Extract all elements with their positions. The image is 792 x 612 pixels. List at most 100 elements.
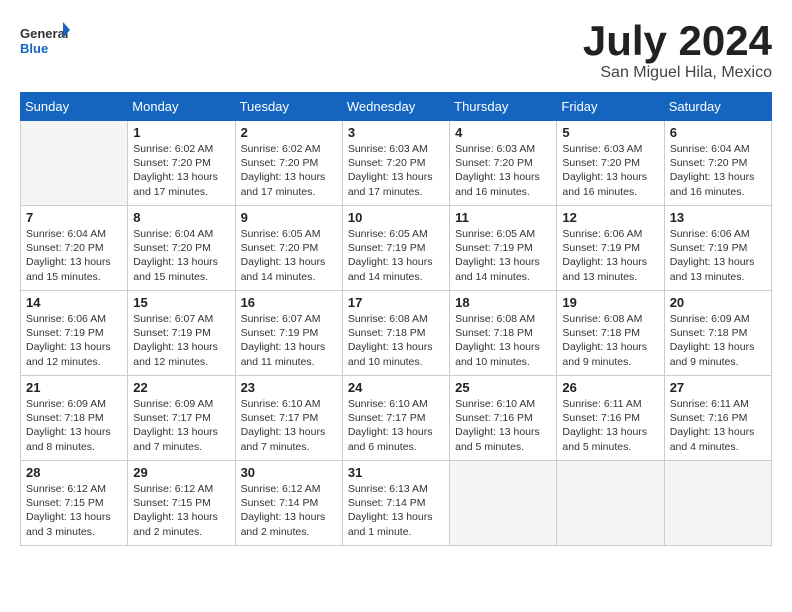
calendar-cell: 31 Sunrise: 6:13 AM Sunset: 7:14 PM Dayli…	[342, 461, 449, 546]
day-info: Sunrise: 6:09 AM Sunset: 7:17 PM Dayligh…	[133, 397, 229, 454]
day-number: 24	[348, 380, 444, 395]
day-number: 26	[562, 380, 658, 395]
day-number: 22	[133, 380, 229, 395]
calendar-header-thursday: Thursday	[450, 93, 557, 121]
day-info: Sunrise: 6:06 AM Sunset: 7:19 PM Dayligh…	[670, 227, 766, 284]
day-number: 9	[241, 210, 337, 225]
calendar-cell: 2 Sunrise: 6:02 AM Sunset: 7:20 PM Daylig…	[235, 121, 342, 206]
calendar-cell: 5Sunrise: 6:03 AM Sunset: 7:20 PM Daylig…	[557, 121, 664, 206]
calendar-cell: 15 Sunrise: 6:07 AM Sunset: 7:19 PM Dayli…	[128, 291, 235, 376]
day-info: Sunrise: 6:02 AM Sunset: 7:20 PM Dayligh…	[133, 142, 229, 199]
calendar-cell: 3 Sunrise: 6:03 AM Sunset: 7:20 PM Daylig…	[342, 121, 449, 206]
calendar-cell: 29 Sunrise: 6:12 AM Sunset: 7:15 PM Dayli…	[128, 461, 235, 546]
calendar-week-4: 28 Sunrise: 6:12 AM Sunset: 7:15 PM Dayli…	[21, 461, 772, 546]
day-info: Sunrise: 6:08 AM Sunset: 7:18 PM Dayligh…	[455, 312, 551, 369]
day-number: 30	[241, 465, 337, 480]
calendar-table: SundayMondayTuesdayWednesdayThursdayFrid…	[20, 92, 772, 546]
calendar-cell: 11 Sunrise: 6:05 AM Sunset: 7:19 PM Dayli…	[450, 206, 557, 291]
calendar-cell: 7Sunrise: 6:04 AM Sunset: 7:20 PM Daylig…	[21, 206, 128, 291]
day-number: 31	[348, 465, 444, 480]
day-number: 14	[26, 295, 122, 310]
calendar-cell: 17 Sunrise: 6:08 AM Sunset: 7:18 PM Dayli…	[342, 291, 449, 376]
day-number: 16	[241, 295, 337, 310]
day-info: Sunrise: 6:12 AM Sunset: 7:15 PM Dayligh…	[133, 482, 229, 539]
day-number: 5	[562, 125, 658, 140]
calendar-cell: 16 Sunrise: 6:07 AM Sunset: 7:19 PM Dayli…	[235, 291, 342, 376]
calendar-cell: 22 Sunrise: 6:09 AM Sunset: 7:17 PM Dayli…	[128, 376, 235, 461]
day-number: 7	[26, 210, 122, 225]
day-info: Sunrise: 6:06 AM Sunset: 7:19 PM Dayligh…	[562, 227, 658, 284]
day-number: 19	[562, 295, 658, 310]
calendar-cell: 20 Sunrise: 6:09 AM Sunset: 7:18 PM Dayli…	[664, 291, 771, 376]
day-number: 8	[133, 210, 229, 225]
calendar-cell: 12 Sunrise: 6:06 AM Sunset: 7:19 PM Dayli…	[557, 206, 664, 291]
calendar-cell: 10Sunrise: 6:05 AM Sunset: 7:19 PM Dayli…	[342, 206, 449, 291]
day-info: Sunrise: 6:09 AM Sunset: 7:18 PM Dayligh…	[670, 312, 766, 369]
day-number: 11	[455, 210, 551, 225]
title-area: July 2024 San Miguel Hila, Mexico	[583, 20, 772, 82]
day-info: Sunrise: 6:13 AM Sunset: 7:14 PM Dayligh…	[348, 482, 444, 539]
calendar-week-1: 7Sunrise: 6:04 AM Sunset: 7:20 PM Daylig…	[21, 206, 772, 291]
day-number: 13	[670, 210, 766, 225]
day-info: Sunrise: 6:02 AM Sunset: 7:20 PM Dayligh…	[241, 142, 337, 199]
calendar-cell: 25 Sunrise: 6:10 AM Sunset: 7:16 PM Dayli…	[450, 376, 557, 461]
day-info: Sunrise: 6:07 AM Sunset: 7:19 PM Dayligh…	[241, 312, 337, 369]
day-info: Sunrise: 6:10 AM Sunset: 7:17 PM Dayligh…	[348, 397, 444, 454]
day-number: 12	[562, 210, 658, 225]
calendar-cell	[664, 461, 771, 546]
day-info: Sunrise: 6:06 AM Sunset: 7:19 PM Dayligh…	[26, 312, 122, 369]
day-info: Sunrise: 6:08 AM Sunset: 7:18 PM Dayligh…	[348, 312, 444, 369]
calendar-header-wednesday: Wednesday	[342, 93, 449, 121]
svg-text:Blue: Blue	[20, 41, 48, 56]
day-info: Sunrise: 6:09 AM Sunset: 7:18 PM Dayligh…	[26, 397, 122, 454]
calendar-header-monday: Monday	[128, 93, 235, 121]
day-info: Sunrise: 6:05 AM Sunset: 7:19 PM Dayligh…	[455, 227, 551, 284]
svg-text:General: General	[20, 26, 68, 41]
calendar-cell: 26 Sunrise: 6:11 AM Sunset: 7:16 PM Dayli…	[557, 376, 664, 461]
calendar-week-3: 21 Sunrise: 6:09 AM Sunset: 7:18 PM Dayli…	[21, 376, 772, 461]
day-info: Sunrise: 6:11 AM Sunset: 7:16 PM Dayligh…	[562, 397, 658, 454]
day-info: Sunrise: 6:11 AM Sunset: 7:16 PM Dayligh…	[670, 397, 766, 454]
calendar-cell: 28 Sunrise: 6:12 AM Sunset: 7:15 PM Dayli…	[21, 461, 128, 546]
calendar-week-0: 1 Sunrise: 6:02 AM Sunset: 7:20 PM Daylig…	[21, 121, 772, 206]
calendar-week-2: 14 Sunrise: 6:06 AM Sunset: 7:19 PM Dayli…	[21, 291, 772, 376]
calendar-cell: 8Sunrise: 6:04 AM Sunset: 7:20 PM Daylig…	[128, 206, 235, 291]
day-number: 28	[26, 465, 122, 480]
calendar-header-tuesday: Tuesday	[235, 93, 342, 121]
day-number: 3	[348, 125, 444, 140]
day-number: 27	[670, 380, 766, 395]
day-info: Sunrise: 6:07 AM Sunset: 7:19 PM Dayligh…	[133, 312, 229, 369]
calendar-cell: 1 Sunrise: 6:02 AM Sunset: 7:20 PM Daylig…	[128, 121, 235, 206]
calendar-cell: 24 Sunrise: 6:10 AM Sunset: 7:17 PM Dayli…	[342, 376, 449, 461]
calendar-header-sunday: Sunday	[21, 93, 128, 121]
calendar-cell: 13 Sunrise: 6:06 AM Sunset: 7:19 PM Dayli…	[664, 206, 771, 291]
day-info: Sunrise: 6:10 AM Sunset: 7:16 PM Dayligh…	[455, 397, 551, 454]
day-info: Sunrise: 6:03 AM Sunset: 7:20 PM Dayligh…	[348, 142, 444, 199]
logo-svg: General Blue	[20, 20, 70, 60]
calendar-cell	[450, 461, 557, 546]
day-info: Sunrise: 6:12 AM Sunset: 7:15 PM Dayligh…	[26, 482, 122, 539]
calendar-header-row: SundayMondayTuesdayWednesdayThursdayFrid…	[21, 93, 772, 121]
day-number: 21	[26, 380, 122, 395]
day-number: 25	[455, 380, 551, 395]
calendar-header-friday: Friday	[557, 93, 664, 121]
location: San Miguel Hila, Mexico	[583, 64, 772, 82]
logo: General Blue	[20, 20, 70, 60]
day-info: Sunrise: 6:05 AM Sunset: 7:20 PM Dayligh…	[241, 227, 337, 284]
calendar-cell: 14 Sunrise: 6:06 AM Sunset: 7:19 PM Dayli…	[21, 291, 128, 376]
day-number: 1	[133, 125, 229, 140]
day-number: 17	[348, 295, 444, 310]
day-number: 10	[348, 210, 444, 225]
day-number: 23	[241, 380, 337, 395]
calendar-cell	[21, 121, 128, 206]
calendar-cell: 4Sunrise: 6:03 AM Sunset: 7:20 PM Daylig…	[450, 121, 557, 206]
header: General Blue July 2024 San Miguel Hila, …	[20, 20, 772, 82]
calendar-header-saturday: Saturday	[664, 93, 771, 121]
day-number: 2	[241, 125, 337, 140]
day-info: Sunrise: 6:04 AM Sunset: 7:20 PM Dayligh…	[670, 142, 766, 199]
calendar-cell	[557, 461, 664, 546]
day-number: 15	[133, 295, 229, 310]
day-number: 29	[133, 465, 229, 480]
day-number: 20	[670, 295, 766, 310]
day-number: 18	[455, 295, 551, 310]
